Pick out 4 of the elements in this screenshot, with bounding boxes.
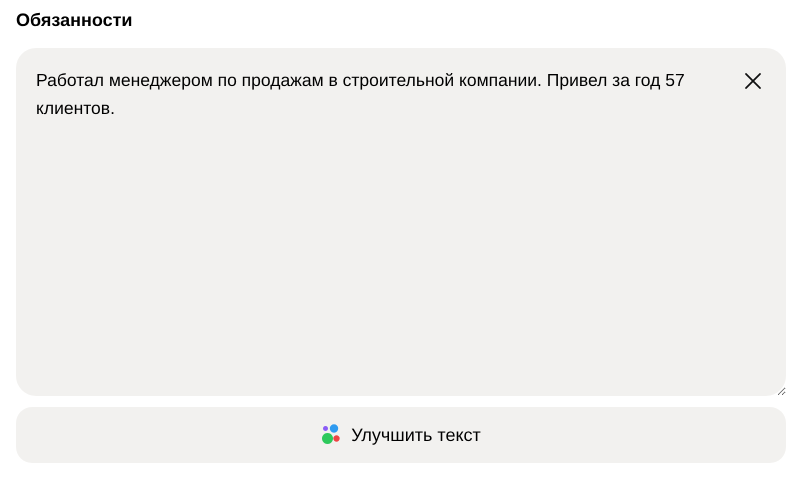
section-title: Обязанности: [16, 9, 134, 32]
description-field[interactable]: Работал менеджером по продажам в строительной компании. Привел за год 57 клиентов.: [16, 48, 786, 396]
improve-text-button[interactable]: Улучшить текст: [16, 407, 786, 463]
close-icon: [744, 72, 762, 90]
